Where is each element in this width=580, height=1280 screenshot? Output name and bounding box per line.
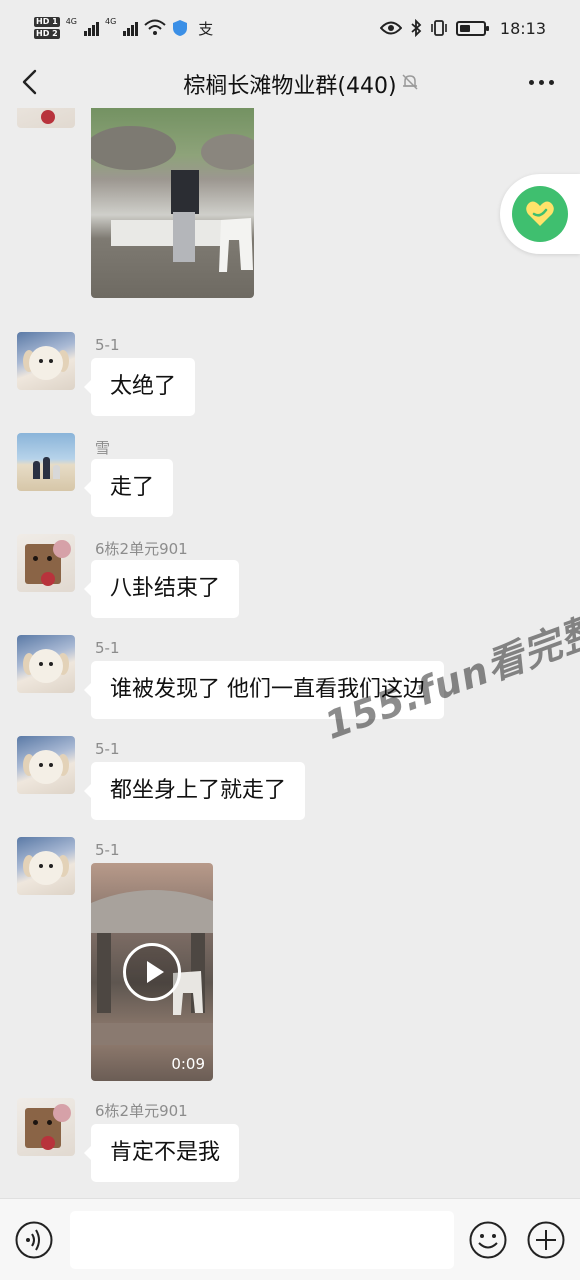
sender-name: 5-1 xyxy=(95,639,120,657)
status-right: 18:13 xyxy=(379,18,546,38)
sender-name: 5-1 xyxy=(95,336,120,354)
voice-icon[interactable] xyxy=(14,1220,54,1260)
avatar-5-1[interactable] xyxy=(17,736,75,794)
network2-label: 4G xyxy=(104,17,117,26)
sender-name: 6栋2单元901 xyxy=(95,1102,188,1120)
chat-title: 棕榈长滩物业群(440) xyxy=(183,74,397,99)
image-content xyxy=(91,126,254,272)
input-bar xyxy=(0,1198,580,1280)
network1-label: 4G xyxy=(65,17,77,26)
plus-icon[interactable] xyxy=(526,1220,566,1260)
hd-indicators: HD 1 HD 2 xyxy=(34,17,60,39)
signal2-icon xyxy=(123,20,139,36)
sender-name: 5-1 xyxy=(95,740,120,758)
shield-icon xyxy=(173,20,188,36)
message-bubble[interactable]: 走了 xyxy=(83,459,174,517)
more-dot xyxy=(549,79,554,85)
status-bar: HD 1 HD 2 4G 4G 支 18:13 xyxy=(0,0,580,56)
emoji-icon[interactable] xyxy=(468,1220,508,1260)
more-dot xyxy=(529,79,534,85)
avatar-5-1[interactable] xyxy=(17,837,75,895)
sender-name: 6栋2单元901 xyxy=(95,540,188,558)
chat-header: 棕榈长滩物业群(440) xyxy=(0,56,580,108)
vibrate-icon xyxy=(431,20,447,36)
battery-icon xyxy=(455,20,489,36)
signal1-icon xyxy=(83,20,99,36)
hd1-badge: HD 1 xyxy=(34,17,60,27)
bluetooth-icon xyxy=(411,19,422,37)
heart-app-icon xyxy=(526,201,554,226)
hd2-badge: HD 2 xyxy=(34,29,60,39)
avatar-5-1[interactable] xyxy=(17,635,75,693)
message-bubble[interactable]: 八卦结束了 xyxy=(83,560,240,618)
avatar-xue[interactable] xyxy=(17,433,75,491)
floating-app-button[interactable] xyxy=(500,174,580,254)
avatar-5-1[interactable] xyxy=(17,332,75,390)
more-options-button[interactable] xyxy=(529,70,554,94)
clock: 18:13 xyxy=(499,18,546,38)
message-input[interactable] xyxy=(70,1211,454,1269)
message-bubble[interactable]: 肯定不是我 xyxy=(83,1124,240,1182)
avatar-6-2-901[interactable] xyxy=(17,534,75,592)
sender-name: 5-1 xyxy=(95,841,120,859)
sender-name: 雪 xyxy=(95,439,111,457)
message-bubble[interactable]: 都坐身上了就走了 xyxy=(83,762,306,820)
alipay-icon: 支 xyxy=(198,19,214,38)
battery-fill xyxy=(459,24,470,32)
message-list[interactable]: 5-1 太绝了 雪 走了 6栋2单元901 八卦结束了 5-1 谁被发现了 他们… xyxy=(0,108,580,1198)
message-bubble[interactable]: 太绝了 xyxy=(83,358,196,416)
status-left: HD 1 HD 2 4G 4G 支 xyxy=(34,17,213,39)
video-duration: 0:09 xyxy=(171,1055,205,1073)
wifi-icon xyxy=(144,19,166,35)
avatar-6-2-901[interactable] xyxy=(17,1098,75,1156)
video-message[interactable]: 0:09 xyxy=(91,863,213,1081)
eye-icon xyxy=(379,21,402,35)
image-message[interactable] xyxy=(91,108,254,298)
play-icon[interactable] xyxy=(123,943,181,1001)
avatar-partial[interactable] xyxy=(17,108,75,128)
mute-bell-icon xyxy=(402,74,418,90)
more-dot xyxy=(539,79,544,85)
